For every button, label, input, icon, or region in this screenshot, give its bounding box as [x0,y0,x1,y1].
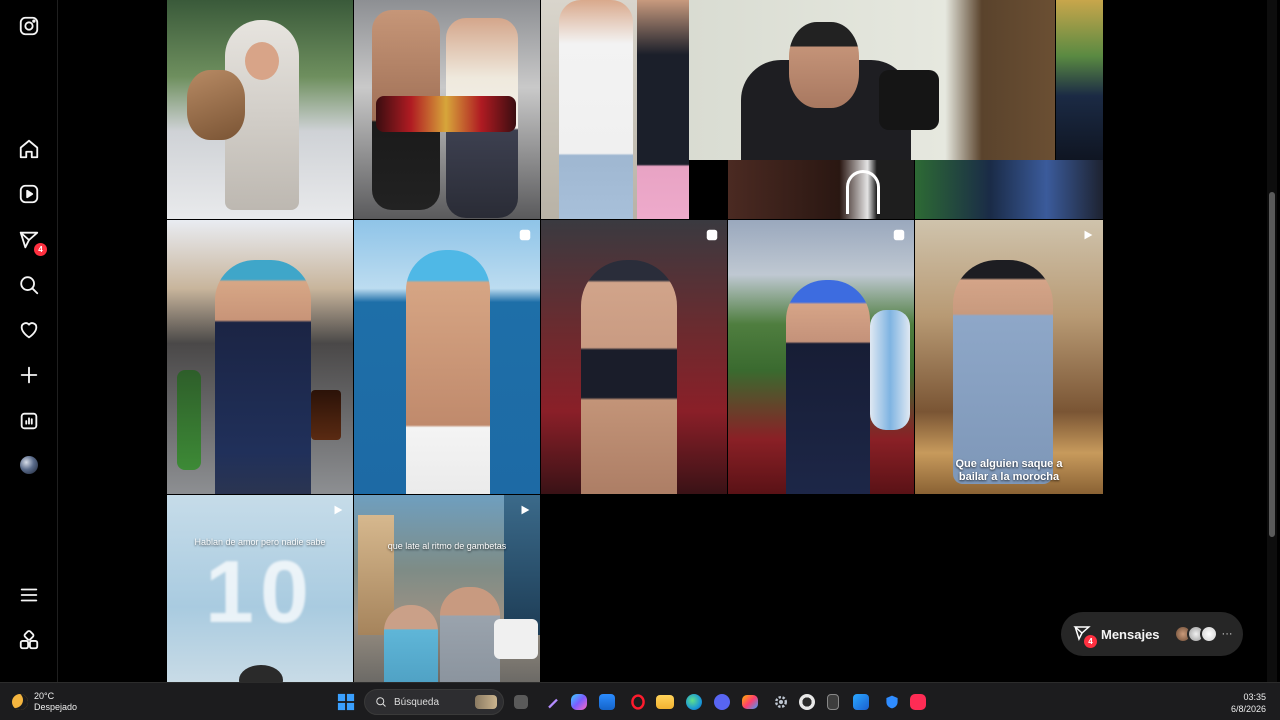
notifications-heart-icon[interactable] [17,318,41,342]
more-contacts-indicator: ··· [1221,628,1233,640]
windows-taskbar: 20°C Despejado Búsqueda 03:35 6/8/2026 [0,682,1280,720]
grid-post[interactable] [689,0,1055,160]
grid-post[interactable] [541,0,689,219]
more-menu-icon[interactable] [17,583,41,607]
calculator-icon[interactable] [827,694,839,710]
clock-date: 6/8/2026 [1230,704,1266,714]
discord-icon[interactable] [714,694,730,710]
grid-post[interactable] [167,0,353,219]
sidebar-nav: 4 [0,0,58,682]
reel-caption: que late al ritmo de gambetas [387,541,507,551]
reel-icon [1081,228,1095,242]
search-icon[interactable] [17,273,41,297]
tiktok-icon[interactable] [910,694,926,710]
recent-contacts [1173,625,1218,643]
shield-icon[interactable] [881,691,903,713]
profile-avatar[interactable] [17,453,41,477]
grid-post[interactable] [915,160,1103,219]
messages-badge: 4 [34,243,47,256]
settings-gear-icon[interactable] [770,691,792,713]
scrollbar-thumb[interactable] [1269,192,1275,537]
grid-post[interactable]: 10 Hablan de amor pero nadie sabe [167,495,353,682]
grid-post[interactable] [167,220,353,494]
grid-post[interactable] [728,160,914,219]
also-from-meta-icon[interactable] [17,628,41,652]
opera-icon[interactable] [627,691,649,713]
store-icon[interactable] [599,694,615,710]
windows-start-icon[interactable] [335,691,357,713]
clock-time: 03:35 [1243,692,1266,702]
create-plus-icon[interactable] [17,363,41,387]
file-explorer-icon[interactable] [656,695,674,709]
pen-app-icon[interactable] [542,691,564,713]
reel-icon [518,503,532,517]
grid-post[interactable]: que late al ritmo de gambetas [354,495,540,682]
reel-icon [518,228,532,242]
system-clock[interactable]: 03:35 6/8/2026 [1231,691,1266,715]
capcut-icon[interactable] [853,694,869,710]
reels-icon[interactable] [17,182,41,206]
moon-icon [12,694,28,710]
reel-icon [705,228,719,242]
weather-temperature: 20°C [34,691,55,701]
weather-description: Despejado [34,702,78,712]
grid-post[interactable] [1056,0,1103,160]
copilot-icon[interactable] [571,694,587,710]
search-placeholder: Búsqueda [394,696,440,708]
messages-label: Mensajes [1101,626,1160,642]
messages-badge: 4 [1084,635,1097,648]
weather-widget[interactable]: 20°C Despejado [12,691,77,713]
page-scrollbar[interactable] [1267,0,1277,682]
taskbar-apps: Búsqueda [335,688,933,716]
messages-icon[interactable]: 4 [17,228,47,256]
photos-icon[interactable] [742,695,758,709]
grid-post[interactable] [354,220,540,494]
reel-caption: Hablan de amor pero nadie sabe [194,537,326,547]
taskbar-search-input[interactable]: Búsqueda [364,689,504,715]
reel-icon [331,503,345,517]
contact-avatar [1199,625,1218,643]
grid-post[interactable] [541,220,727,494]
profile-post-grid: Que alguien saque a bailar a la morocha … [167,0,1103,682]
grid-post[interactable]: Que alguien saque a bailar a la morocha [915,220,1103,494]
reel-caption: Que alguien saque a bailar a la morocha [955,458,1063,483]
grid-post[interactable] [354,0,540,219]
task-view-icon[interactable] [514,695,528,709]
obs-icon[interactable] [799,694,815,710]
messages-drawer-button[interactable]: 4 Mensajes ··· [1061,612,1243,656]
home-icon[interactable] [17,137,41,161]
messages-icon: 4 [1073,624,1097,648]
edge-icon[interactable] [686,694,702,710]
instagram-logo-icon[interactable] [17,14,41,38]
grid-post[interactable] [728,220,914,494]
reel-icon [892,228,906,242]
search-highlight-image [475,695,497,709]
dashboard-icon[interactable] [17,409,41,433]
